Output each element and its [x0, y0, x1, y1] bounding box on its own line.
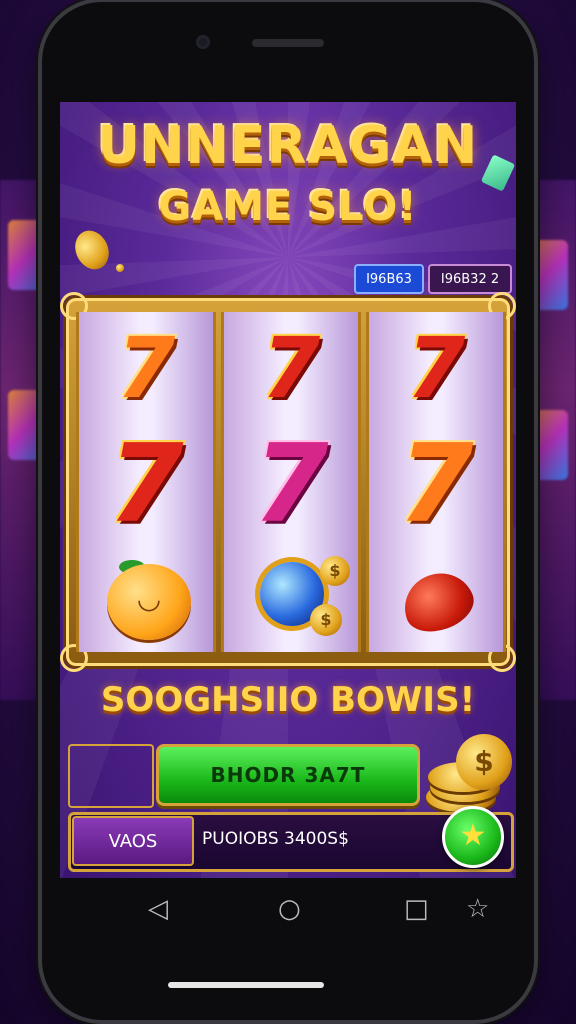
seven-symbol: 7 [261, 319, 321, 417]
panel-outline [68, 744, 154, 808]
recents-icon[interactable]: □ [404, 894, 429, 924]
coin-stack-icon: $ [426, 734, 512, 814]
reel-2: 7 7 $ $ [221, 312, 361, 652]
back-icon[interactable]: ◁ [148, 894, 168, 924]
lips-symbol [395, 563, 481, 641]
earpiece-speaker [252, 39, 324, 47]
credit-counter: I96B63 [354, 264, 424, 294]
reel-3: 7 7 [366, 312, 506, 652]
game-title-line2: GAME SLO! [158, 184, 418, 230]
bonus-banner: SOOGHSIIO BOWIS! [100, 680, 476, 720]
vaos-tab[interactable]: VAOS [72, 816, 194, 866]
star-button[interactable]: ★ [442, 806, 504, 868]
assistant-icon[interactable]: ☆ [466, 894, 489, 924]
phone-frame: UNNERAGAN GAME SLO! I96B63 I96B32 2 7 7 … [42, 2, 534, 1020]
seven-symbol: 7 [406, 319, 466, 417]
seven-symbol: 7 [398, 422, 474, 547]
game-screen: UNNERAGAN GAME SLO! I96B63 I96B32 2 7 7 … [60, 102, 516, 878]
spin-button[interactable]: BHODR 3A7T [156, 744, 420, 806]
coin-icon: $ [310, 604, 342, 636]
win-counter: I96B32 2 [428, 264, 512, 294]
seven-symbol: 7 [108, 422, 184, 547]
front-camera [196, 35, 210, 49]
game-title-line1: UNNERAGAN [97, 116, 479, 176]
dollar-coin-icon: $ [456, 734, 512, 790]
coin-icon: $ [320, 556, 350, 586]
seven-symbol: 7 [116, 319, 176, 417]
balance-display: PUOIOBS 3400S$ [202, 829, 349, 849]
orange-face-icon: ◡ [136, 582, 162, 615]
coin-decoration [116, 264, 124, 272]
android-nav-bar: ◁ ○ □ ☆ [60, 878, 516, 938]
reel-1: 7 7 ◡ [76, 312, 216, 652]
reel-frame: 7 7 ◡ 7 7 $ $ 7 7 [60, 292, 516, 672]
home-indicator[interactable] [168, 982, 324, 988]
home-icon[interactable]: ○ [278, 894, 301, 924]
seven-symbol: 7 [253, 422, 329, 547]
